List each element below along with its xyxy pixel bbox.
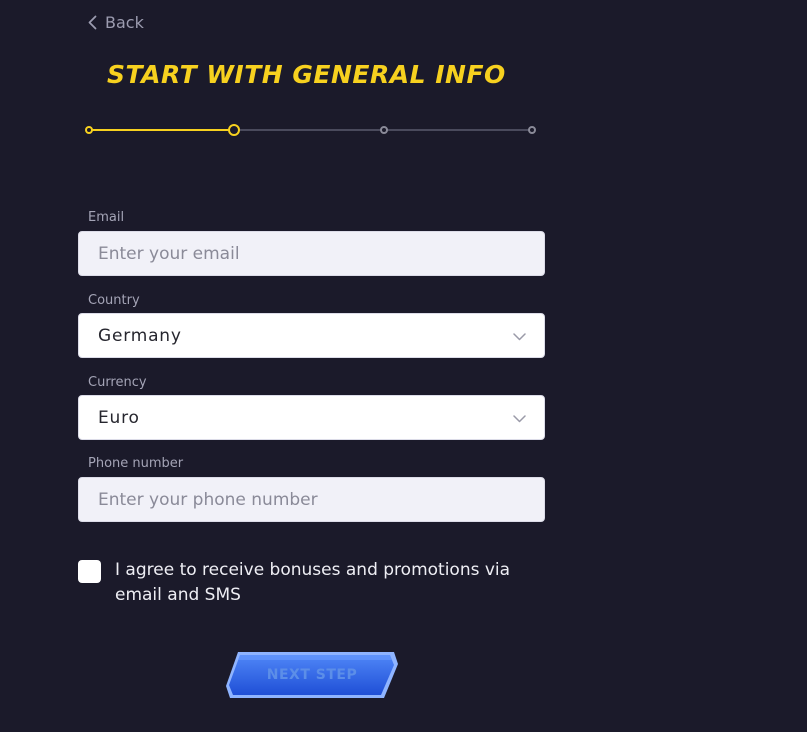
currency-label: Currency xyxy=(88,375,147,390)
consent-label[interactable]: I agree to receive bonuses and promotion… xyxy=(115,558,555,608)
phone-label: Phone number xyxy=(88,456,184,471)
chevron-left-icon xyxy=(88,15,97,30)
currency-value: Euro xyxy=(98,407,140,428)
consent-row: I agree to receive bonuses and promotion… xyxy=(78,558,555,608)
registration-page: Back START WITH GENERAL INFO Email Enter… xyxy=(0,0,807,732)
chevron-down-icon xyxy=(513,408,526,428)
currency-select[interactable]: Euro xyxy=(78,395,545,440)
step-dot-1 xyxy=(85,126,93,134)
email-label: Email xyxy=(88,210,125,225)
next-step-button[interactable]: NEXT STEP xyxy=(224,650,400,700)
chevron-down-icon xyxy=(513,326,526,346)
country-label: Country xyxy=(88,293,140,308)
email-placeholder: Enter your email xyxy=(98,243,240,264)
phone-placeholder: Enter your phone number xyxy=(98,489,318,510)
consent-checkbox[interactable] xyxy=(78,560,101,583)
back-label: Back xyxy=(105,13,144,32)
step-dot-2-current xyxy=(228,124,240,136)
next-step-label: NEXT STEP xyxy=(266,667,358,683)
country-value: Germany xyxy=(98,325,182,346)
step-dot-3 xyxy=(380,126,388,134)
progress-stepper xyxy=(84,120,540,140)
country-select[interactable]: Germany xyxy=(78,313,545,358)
email-field[interactable]: Enter your email xyxy=(78,231,545,276)
progress-track-complete xyxy=(89,129,233,131)
phone-field[interactable]: Enter your phone number xyxy=(78,477,545,522)
page-title: START WITH GENERAL INFO xyxy=(107,60,506,89)
back-button[interactable]: Back xyxy=(88,13,144,32)
step-dot-4 xyxy=(528,126,536,134)
